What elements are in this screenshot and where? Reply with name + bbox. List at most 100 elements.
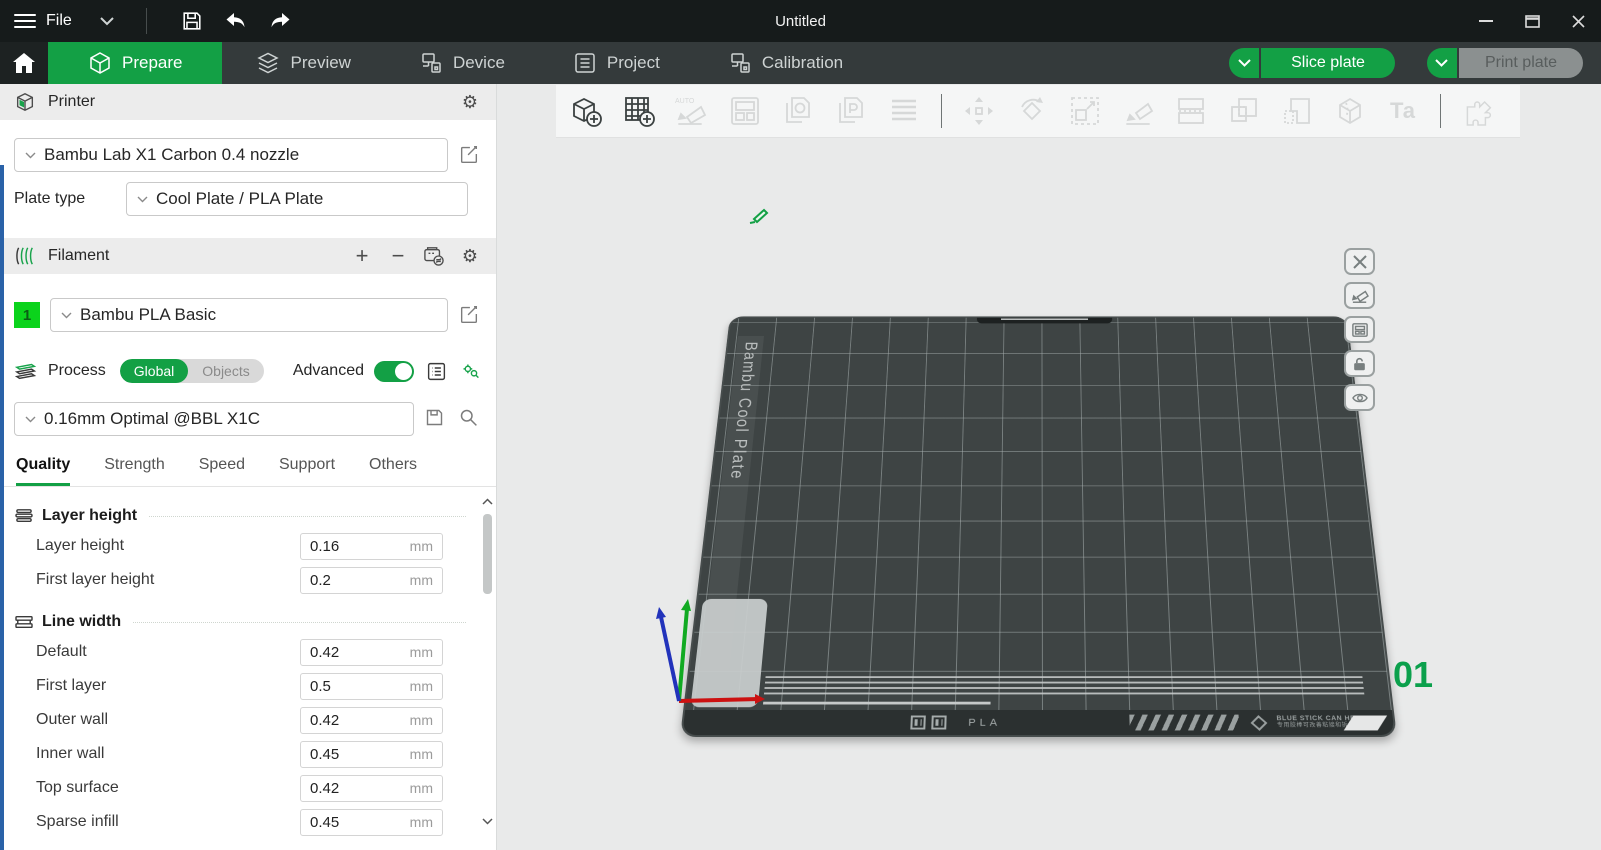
delete-plate-icon[interactable] [1344, 248, 1375, 275]
split-to-parts-icon[interactable] [831, 91, 871, 131]
param-label: Inner wall [14, 745, 300, 763]
plate-settings-icon[interactable] [1344, 384, 1375, 411]
viewport-toolbar: AUTO [556, 85, 1520, 138]
tab-quality[interactable]: Quality [16, 456, 70, 486]
add-filament-icon[interactable]: + [350, 244, 374, 268]
printer-preset-dropdown[interactable]: Bambu Lab X1 Carbon 0.4 nozzle [14, 138, 448, 172]
parameter-list: Layer height Layer height 0.16 mm First … [0, 487, 496, 839]
filament-preset-dropdown[interactable]: Bambu PLA Basic [50, 298, 448, 332]
param-input[interactable]: 0.42 mm [300, 639, 443, 666]
chevron-down-icon [137, 196, 148, 203]
param-input[interactable]: 0.45 mm [300, 741, 443, 768]
process-preset-value: 0.16mm Optimal @BBL X1C [44, 409, 260, 429]
scroll-down-icon[interactable] [480, 814, 494, 828]
close-button[interactable] [1555, 0, 1601, 42]
cut-cube-icon[interactable] [1330, 91, 1370, 131]
parameter-table-icon[interactable] [424, 359, 448, 383]
split-to-objects-icon[interactable] [778, 91, 818, 131]
scrollbar-thumb[interactable] [483, 514, 492, 594]
toolbar-divider [1440, 94, 1441, 128]
printer-settings-gear-icon[interactable]: ⚙ [458, 90, 482, 114]
save-preset-icon[interactable] [424, 407, 448, 431]
print-plate-button[interactable]: Print plate [1459, 48, 1583, 78]
rotate-icon[interactable] [1012, 91, 1052, 131]
move-icon[interactable] [959, 91, 999, 131]
search-params-icon[interactable] [458, 407, 482, 431]
filament-icon [14, 246, 36, 266]
save-icon[interactable] [175, 4, 209, 38]
file-menu-chevron-icon[interactable] [100, 17, 114, 26]
scope-global[interactable]: Global [120, 359, 188, 383]
tab-preview[interactable]: Preview [222, 42, 384, 84]
lock-plate-icon[interactable] [1344, 350, 1375, 377]
home-button[interactable] [0, 42, 48, 84]
undo-icon[interactable] [219, 4, 253, 38]
printer-preset-value: Bambu Lab X1 Carbon 0.4 nozzle [44, 145, 299, 165]
add-plate-icon[interactable] [619, 91, 659, 131]
arrange-plate-icon[interactable] [1344, 316, 1375, 343]
lay-on-face-icon[interactable] [1118, 91, 1158, 131]
tab-strength[interactable]: Strength [104, 456, 164, 486]
param-input[interactable]: 0.2 mm [300, 567, 443, 594]
plate-type-dropdown[interactable]: Cool Plate / PLA Plate [126, 182, 468, 216]
build-plate[interactable]: Bambu Cool Plate PLA BLUE STICK CAN HELP… [680, 316, 1397, 737]
layer-height-group-icon [14, 508, 34, 524]
boolean-union-icon[interactable] [1224, 91, 1264, 131]
advanced-toggle[interactable] [374, 361, 414, 382]
param-input[interactable]: 0.42 mm [300, 707, 443, 734]
viewport-3d[interactable]: AUTO [497, 84, 1601, 850]
scale-icon[interactable] [1065, 91, 1105, 131]
sidebar: Printer ⚙ Bambu Lab X1 Carbon 0.4 nozzle… [0, 84, 497, 850]
boolean-subtract-icon[interactable] [1277, 91, 1317, 131]
tab-support[interactable]: Support [279, 456, 335, 486]
tab-prepare[interactable]: Prepare [48, 42, 222, 84]
arrange-icon[interactable] [725, 91, 765, 131]
edit-printer-icon[interactable] [458, 143, 482, 167]
print-dropdown-button[interactable] [1427, 48, 1457, 78]
cut-icon[interactable] [1171, 91, 1211, 131]
param-input[interactable]: 0.45 mm [300, 809, 443, 836]
add-object-icon[interactable] [566, 91, 606, 131]
scroll-up-icon[interactable] [480, 494, 494, 508]
process-preset-dropdown[interactable]: 0.16mm Optimal @BBL X1C [14, 402, 414, 436]
chevron-down-icon [61, 312, 72, 319]
param-input[interactable]: 0.42 mm [300, 775, 443, 802]
menu-icon[interactable] [14, 14, 36, 28]
scope-objects[interactable]: Objects [188, 359, 263, 383]
auto-orient-icon[interactable]: AUTO [672, 91, 712, 131]
tab-calibration[interactable]: Calibration [694, 42, 877, 84]
tab-device[interactable]: Device [385, 42, 539, 84]
process-section-header: Process Global Objects Advanced [0, 354, 496, 388]
redo-icon[interactable] [263, 4, 297, 38]
tab-project[interactable]: Project [539, 42, 694, 84]
tab-speed[interactable]: Speed [199, 456, 245, 486]
filament-settings-gear-icon[interactable]: ⚙ [458, 244, 482, 268]
maximize-button[interactable] [1509, 0, 1555, 42]
title-bar: File Untitled [0, 0, 1601, 42]
tab-label: Preview [290, 53, 350, 73]
assembly-icon[interactable] [1458, 91, 1498, 131]
variable-layer-height-icon[interactable] [884, 91, 924, 131]
ams-sync-icon[interactable] [422, 244, 446, 268]
param-row: First layer height 0.2 mm [14, 563, 496, 597]
minimize-button[interactable] [1463, 0, 1509, 42]
param-value: 0.2 [310, 572, 410, 589]
param-value: 0.45 [310, 814, 410, 831]
remove-filament-icon[interactable]: − [386, 244, 410, 268]
compare-presets-icon[interactable] [458, 359, 482, 383]
file-menu[interactable]: File [46, 12, 72, 30]
auto-orient-plate-icon[interactable] [1344, 282, 1375, 309]
param-input[interactable]: 0.5 mm [300, 673, 443, 700]
edit-filament-icon[interactable] [458, 303, 482, 327]
filament-slot-badge[interactable]: 1 [14, 302, 40, 328]
process-scope-toggle[interactable]: Global Objects [120, 359, 264, 383]
param-row: Top surface 0.42 mm [14, 771, 496, 805]
plate-purge-line [763, 702, 991, 705]
slice-plate-button[interactable]: Slice plate [1261, 48, 1395, 78]
text-tool-icon[interactable]: Ta [1383, 91, 1423, 131]
tab-others[interactable]: Others [369, 456, 417, 486]
edit-plate-name-icon[interactable] [746, 206, 770, 226]
plate-number-label[interactable]: 01 [1393, 654, 1433, 696]
slice-dropdown-button[interactable] [1229, 48, 1259, 78]
param-input[interactable]: 0.16 mm [300, 533, 443, 560]
